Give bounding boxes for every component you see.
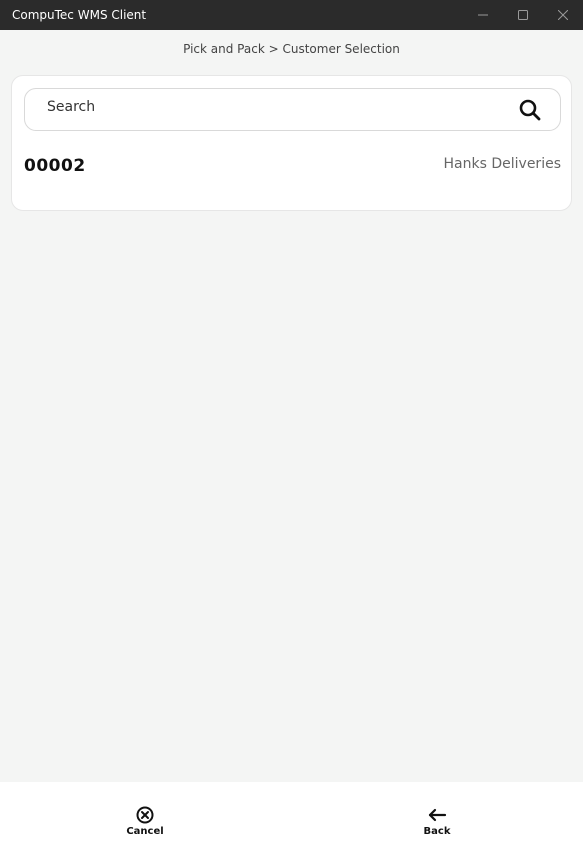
list-item[interactable]: 00002 Hanks Deliveries: [24, 154, 561, 178]
cancel-circle-icon: [136, 806, 154, 824]
minimize-button[interactable]: [463, 0, 503, 30]
back-label: Back: [423, 826, 451, 837]
maximize-button[interactable]: [503, 0, 543, 30]
close-button[interactable]: [543, 0, 583, 30]
window-controls: [463, 0, 583, 30]
minimize-icon: [478, 14, 488, 16]
arrow-left-icon: [428, 808, 447, 822]
window-title: CompuTec WMS Client: [12, 8, 147, 22]
search-icon: [519, 99, 541, 120]
window-titlebar: CompuTec WMS Client: [0, 0, 583, 30]
customer-list-card: Search 00002 Hanks Deliveries: [11, 75, 572, 211]
cancel-label: Cancel: [126, 826, 164, 837]
search-button[interactable]: [510, 90, 550, 130]
close-icon: [558, 10, 568, 20]
customer-name: Hanks Deliveries: [443, 155, 561, 172]
breadcrumb: Pick and Pack > Customer Selection: [183, 42, 400, 56]
back-button[interactable]: Back: [397, 806, 477, 837]
search-input[interactable]: Search: [24, 88, 561, 131]
search-placeholder: Search: [47, 98, 96, 115]
maximize-icon: [518, 10, 528, 20]
footer-toolbar: Cancel Back: [0, 782, 583, 855]
customer-code: 00002: [24, 156, 86, 176]
cancel-button[interactable]: Cancel: [105, 806, 185, 837]
